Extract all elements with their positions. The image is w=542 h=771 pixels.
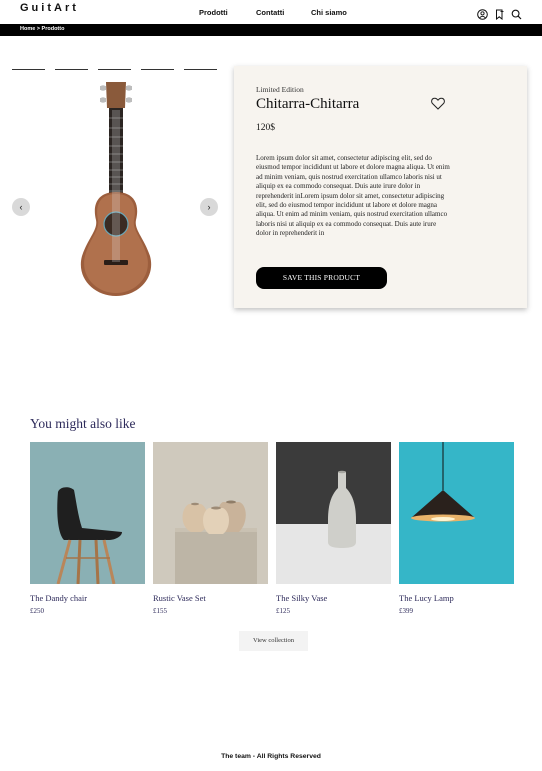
breadcrumb: Home > Prodotto	[0, 24, 542, 36]
product-image-lamp[interactable]	[399, 442, 514, 584]
header-icons	[477, 7, 522, 21]
product-price: £125	[276, 607, 290, 615]
save-product-button[interactable]: SAVE THIS PRODUCT	[256, 267, 387, 289]
product-image-vases[interactable]	[153, 442, 268, 584]
nav-item-chi-siamo[interactable]: Chi siamo	[311, 8, 347, 17]
thumbnail-indicator[interactable]	[98, 69, 131, 70]
product-image-vase[interactable]	[276, 442, 391, 584]
view-collection-button[interactable]: View collection	[239, 631, 308, 651]
logo[interactable]: GuitArt	[20, 2, 79, 14]
product-title: Chitarra-Chitarra	[256, 96, 360, 112]
product-price: 120$	[256, 123, 275, 133]
footer-text: The team - All Rights Reserved	[221, 753, 321, 760]
thumbnail-indicator[interactable]	[12, 69, 45, 70]
nav-item-contatti[interactable]: Contatti	[256, 8, 284, 17]
product-info-card: Limited Edition Chitarra-Chitarra 120$ L…	[234, 66, 527, 308]
product-price: £399	[399, 607, 413, 615]
product-image-chair[interactable]	[30, 442, 145, 584]
nav-item-prodotti[interactable]: Prodotti	[199, 8, 228, 17]
user-icon[interactable]	[477, 7, 488, 20]
heart-icon[interactable]	[431, 97, 445, 110]
gallery-thumbnails	[12, 69, 217, 71]
search-icon[interactable]	[511, 7, 522, 20]
suggestions-heading: You might also like	[30, 416, 136, 431]
product-price: £155	[153, 607, 167, 615]
thumbnail-indicator[interactable]	[184, 69, 217, 70]
product-price: £250	[30, 607, 44, 615]
thumbnail-indicator[interactable]	[55, 69, 88, 70]
product-edition: Limited Edition	[256, 85, 304, 94]
product-description: Lorem ipsum dolor sit amet, consectetur …	[256, 154, 450, 238]
product-image-ukulele	[68, 80, 164, 298]
site-header: GuitArt Prodotti Contatti Chi siamo	[0, 0, 542, 24]
product-card-rustic-vase-set[interactable]: Rustic Vase Set £155	[153, 442, 268, 615]
gallery-prev-button[interactable]: ‹	[12, 198, 30, 216]
product-card-dandy-chair[interactable]: The Dandy chair £250	[30, 442, 145, 615]
product-name[interactable]: The Lucy Lamp	[399, 593, 454, 603]
gallery-next-button[interactable]: ›	[200, 198, 218, 216]
thumbnail-indicator[interactable]	[141, 69, 174, 70]
product-name[interactable]: The Silky Vase	[276, 593, 327, 603]
bookmark-icon[interactable]	[494, 7, 505, 21]
breadcrumb-text[interactable]: Home > Prodotto	[20, 26, 64, 32]
product-card-silky-vase[interactable]: The Silky Vase £125	[276, 442, 391, 615]
product-card-lucy-lamp[interactable]: The Lucy Lamp £399	[399, 442, 514, 615]
product-name[interactable]: The Dandy chair	[30, 593, 87, 603]
product-name[interactable]: Rustic Vase Set	[153, 593, 206, 603]
